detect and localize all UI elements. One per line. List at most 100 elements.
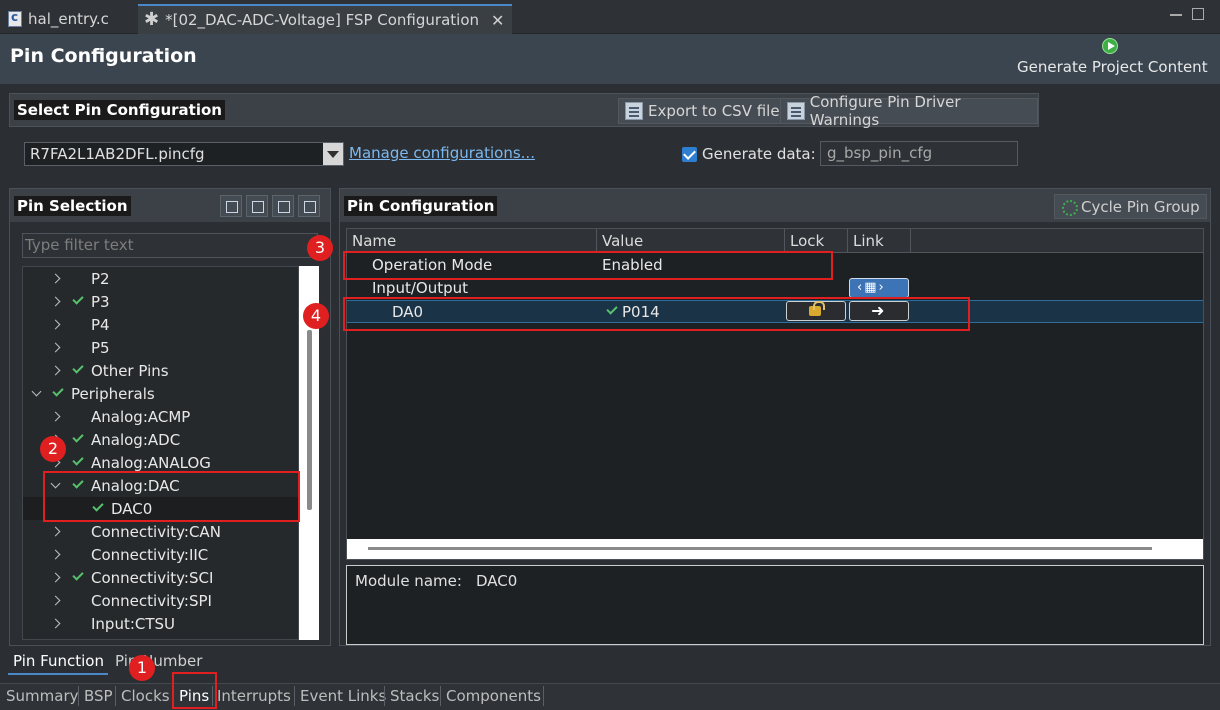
tree-item-label: Other Pins: [91, 361, 169, 380]
configure-warnings-label: Configure Pin Driver Warnings: [809, 93, 961, 129]
tree-item-label: P5: [91, 338, 110, 357]
generate-data-label: Generate data:: [702, 145, 816, 163]
select-pin-configuration-section: Select Pin Configuration Export to CSV f…: [9, 93, 1039, 129]
cycle-icon: [1061, 199, 1078, 216]
annotation-badge-4: 4: [303, 303, 329, 329]
check-icon: [72, 431, 84, 443]
c-file-icon: [8, 10, 22, 27]
tree-item-label: Input:CTSU: [91, 614, 176, 633]
tree-item-p5[interactable]: P5: [23, 336, 298, 359]
tab-interrupts[interactable]: Interrupts: [217, 687, 291, 705]
gear-icon: ✱: [144, 9, 160, 30]
check-icon: [52, 385, 64, 397]
page-title: Pin Configuration: [10, 45, 197, 67]
configure-pin-driver-warnings-button[interactable]: Configure Pin Driver Warnings: [780, 93, 1038, 129]
tree-item-peripherals[interactable]: Peripherals: [23, 382, 298, 405]
tree-item-other-pins[interactable]: Other Pins: [23, 359, 298, 382]
annotation-box-da0-row: [343, 297, 970, 331]
grid-header: Name Value Lock Link: [347, 229, 1203, 253]
tab-bsp[interactable]: BSP: [84, 687, 113, 705]
chevron-right-icon[interactable]: [50, 595, 61, 606]
check-icon: [72, 569, 84, 581]
column-header-lock[interactable]: Lock: [785, 229, 848, 253]
expand-all-icon[interactable]: [246, 195, 268, 217]
generate-data-input[interactable]: g_bsp_pin_cfg: [820, 141, 1018, 166]
tree-item-connectivity-iic[interactable]: Connectivity:IIC: [23, 543, 298, 566]
tree-item-connectivity-can[interactable]: Connectivity:CAN: [23, 520, 298, 543]
annotation-box-pins-tab: [172, 672, 217, 709]
tab-separator: [384, 686, 385, 706]
chevron-right-icon[interactable]: [50, 572, 61, 583]
filter-input[interactable]: Type filter text: [22, 233, 318, 258]
editor-tab-hal-entry[interactable]: hal_entry.c: [8, 4, 109, 34]
cycle-pin-group-button[interactable]: Cycle Pin Group: [1054, 194, 1207, 219]
show-list-icon[interactable]: [220, 195, 242, 217]
tree-item-p4[interactable]: P4: [23, 313, 298, 336]
pin-configuration-title: Pin Configuration: [344, 196, 498, 216]
check-icon: [72, 362, 84, 374]
column-header-value[interactable]: Value: [597, 229, 785, 253]
chevron-right-icon[interactable]: [50, 342, 61, 353]
module-name-value: DAC0: [476, 572, 518, 590]
tree-item-label: Peripherals: [71, 384, 155, 403]
chevron-right-icon[interactable]: [50, 319, 61, 330]
close-icon[interactable]: ✕: [491, 11, 504, 30]
tab-summary[interactable]: Summary: [6, 687, 79, 705]
tree-item-input-ctsu[interactable]: Input:CTSU: [23, 612, 298, 635]
tree-item-connectivity-spi[interactable]: Connectivity:SPI: [23, 589, 298, 612]
editor-tab-label: hal_entry.c: [28, 10, 109, 28]
tab-clocks[interactable]: Clocks: [121, 687, 170, 705]
tab-separator: [78, 686, 79, 706]
tab-stacks[interactable]: Stacks: [390, 687, 439, 705]
chevron-right-icon[interactable]: [50, 526, 61, 537]
tab-event-links[interactable]: Event Links: [300, 687, 386, 705]
export-csv-label: Export to CSV file: [648, 102, 780, 120]
sort-icon[interactable]: [298, 195, 320, 217]
chevron-right-icon[interactable]: [50, 411, 61, 422]
chevron-right-icon[interactable]: [50, 273, 61, 284]
minimize-icon[interactable]: [1170, 12, 1182, 16]
grid-scrollbar-thumb[interactable]: [368, 547, 1152, 550]
module-info-box: [346, 565, 1204, 645]
manage-configurations-link[interactable]: Manage configurations...: [349, 144, 535, 162]
module-name-label: Module name:: [355, 572, 462, 590]
tree-item-label: Analog:ADC: [91, 430, 181, 449]
tree-item-label: Analog:ANALOG: [91, 453, 211, 472]
column-header-link[interactable]: Link: [848, 229, 911, 253]
generate-data-checkbox[interactable]: [682, 147, 697, 162]
chevron-right-icon[interactable]: [50, 365, 61, 376]
tree-item-analog-acmp[interactable]: Analog:ACMP: [23, 405, 298, 428]
tree-item-p2[interactable]: P2: [23, 267, 298, 290]
annotation-badge-2: 2: [40, 436, 66, 462]
active-tab-indicator: [8, 673, 108, 675]
tree-item-label: Connectivity:CAN: [91, 522, 221, 541]
cycle-pin-group-label: Cycle Pin Group: [1081, 197, 1200, 216]
chevron-right-icon[interactable]: [50, 549, 61, 560]
annotation-badge-1: 1: [129, 655, 155, 681]
tree-item-p3[interactable]: P3: [23, 290, 298, 313]
pin-configuration-select[interactable]: R7FA2L1AB2DFL.pincfg: [24, 142, 344, 166]
chevron-down-icon[interactable]: [323, 143, 343, 165]
editor-tab-bar: hal_entry.c ✱ *[02_DAC-ADC-Voltage] FSP …: [0, 0, 1220, 34]
column-header-name[interactable]: Name: [347, 229, 597, 253]
tab-components[interactable]: Components: [446, 687, 541, 705]
chevron-right-icon[interactable]: [50, 296, 61, 307]
check-icon: [72, 454, 84, 466]
collapse-all-icon[interactable]: [272, 195, 294, 217]
export-csv-button[interactable]: Export to CSV file: [618, 98, 787, 124]
tree-item-connectivity-sci[interactable]: Connectivity:SCI: [23, 566, 298, 589]
chevron-right-icon[interactable]: [50, 618, 61, 629]
pin-selection-title: Pin Selection: [14, 196, 131, 216]
generate-play-icon[interactable]: [1102, 38, 1118, 54]
row-name: Input/Output: [372, 279, 468, 297]
section-title: Select Pin Configuration: [14, 100, 225, 120]
chevron-down-icon[interactable]: [31, 386, 42, 397]
tree-item-label: P4: [91, 315, 110, 334]
tab-pin-function[interactable]: Pin Function: [13, 652, 104, 670]
tree-item-label: Connectivity:SPI: [91, 591, 212, 610]
maximize-icon[interactable]: [1192, 8, 1204, 20]
tree-scrollbar-thumb[interactable]: [307, 330, 312, 510]
editor-tab-fsp-configuration[interactable]: ✱ *[02_DAC-ADC-Voltage] FSP Configuratio…: [138, 4, 513, 34]
tab-separator: [440, 686, 441, 706]
generate-project-content-button[interactable]: Generate Project Content: [1017, 58, 1208, 76]
